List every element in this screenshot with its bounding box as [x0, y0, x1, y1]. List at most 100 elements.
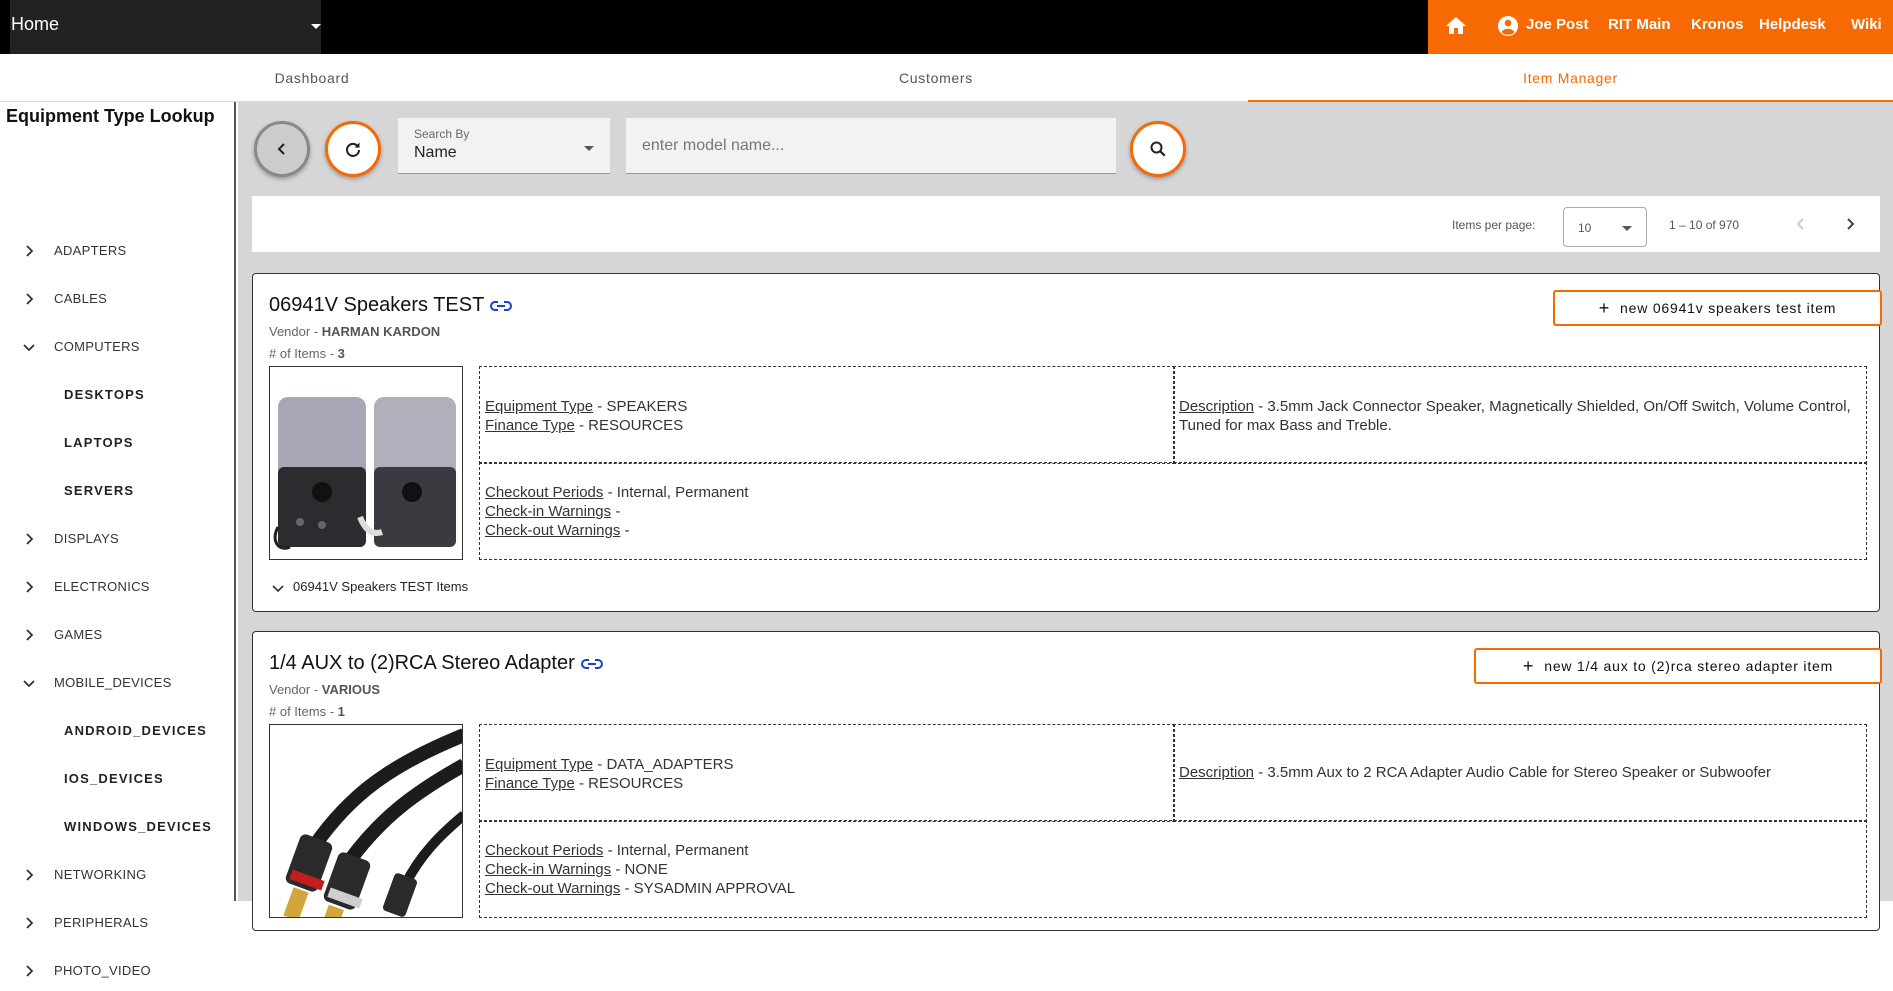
- equipment-type-value: - DATA_ADAPTERS: [593, 756, 734, 773]
- chevron-down-icon: [584, 146, 594, 151]
- sidebar-item-label: PHOTO_VIDEO: [54, 963, 151, 978]
- model-card: 06941V Speakers TEST Vendor - HARMAN KAR…: [252, 273, 1882, 612]
- sidebar-item-peripherals[interactable]: PERIPHERALS: [0, 903, 234, 943]
- items-expander[interactable]: 06941V Speakers TEST Items: [271, 579, 468, 595]
- account-circle-icon: [1498, 16, 1518, 36]
- checkout-warnings-value: -: [620, 522, 630, 539]
- model-title-text: 06941V Speakers TEST: [269, 294, 485, 316]
- sidebar-item-windows-devices[interactable]: WINDOWS_DEVICES: [0, 807, 234, 847]
- refresh-icon: [346, 142, 360, 157]
- search-by-value: Name: [414, 144, 457, 161]
- link-icon[interactable]: [580, 657, 603, 671]
- checkin-warnings-value: -: [611, 503, 621, 520]
- sidebar-item-electronics[interactable]: ELECTRONICS: [0, 567, 234, 607]
- items-per-page-value: 10: [1578, 221, 1592, 235]
- description-label: Description: [1179, 764, 1255, 781]
- sidebar-item-adapters[interactable]: ADAPTERS: [0, 231, 234, 271]
- description-cell: Description - 3.5mm Aux to 2 RCA Adapter…: [1173, 724, 1867, 822]
- sidebar-item-label: NETWORKING: [54, 867, 147, 882]
- sidebar-item-cables[interactable]: CABLES: [0, 279, 234, 319]
- equipment-type-label: Equipment Type: [485, 756, 594, 773]
- chevron-down-icon: [1622, 226, 1632, 231]
- sidebar-item-computers[interactable]: COMPUTERS: [0, 327, 234, 367]
- search-by-select[interactable]: Search By Name: [398, 118, 610, 174]
- nav-wiki[interactable]: Wiki: [1851, 16, 1882, 33]
- item-count-value: 1: [337, 704, 345, 719]
- sidebar-item-servers[interactable]: SERVERS: [0, 471, 234, 511]
- sidebar-item-label: LAPTOPS: [64, 435, 134, 450]
- finance-type-label: Finance Type: [485, 775, 575, 792]
- chevron-left-icon: [277, 143, 285, 155]
- items-per-page-select[interactable]: 10: [1563, 207, 1647, 247]
- finance-type-value: - RESOURCES: [574, 775, 684, 792]
- finance-type-value: - RESOURCES: [574, 417, 684, 434]
- model-title: 1/4 AUX to (2)RCA Stereo Adapter: [269, 652, 603, 675]
- description-value: - 3.5mm Aux to 2 RCA Adapter Audio Cable…: [1254, 764, 1771, 781]
- new-item-button[interactable]: + new 06941v speakers test item: [1553, 290, 1882, 326]
- item-count-value: 3: [337, 346, 345, 361]
- model-title: 06941V Speakers TEST: [269, 294, 513, 317]
- sidebar-item-displays[interactable]: DISPLAYS: [0, 519, 234, 559]
- tab-item-manager[interactable]: Item Manager: [1248, 54, 1893, 102]
- link-icon[interactable]: [490, 299, 513, 313]
- item-count-label: # of Items -: [269, 346, 338, 361]
- nav-rit-main[interactable]: RIT Main: [1608, 16, 1671, 33]
- back-button[interactable]: [254, 121, 310, 177]
- home-select[interactable]: Home: [10, 0, 321, 54]
- chevron-right-icon: [26, 629, 34, 641]
- search-by-label: Search By: [414, 127, 470, 141]
- sidebar-item-desktops[interactable]: DESKTOPS: [0, 375, 234, 415]
- sidebar-item-label: DESKTOPS: [64, 387, 145, 402]
- sidebar-item-photo-video[interactable]: PHOTO_VIDEO: [0, 951, 234, 991]
- item-count-line: # of Items - 3: [269, 346, 345, 361]
- model-search-input[interactable]: [626, 118, 1116, 174]
- sidebar-item-label: PERIPHERALS: [54, 915, 149, 930]
- refresh-button[interactable]: [325, 121, 381, 177]
- chevron-right-icon: [26, 965, 34, 977]
- vendor-value: HARMAN KARDON: [321, 324, 441, 339]
- vendor-line: Vendor - HARMAN KARDON: [269, 324, 440, 339]
- tab-dashboard[interactable]: Dashboard: [0, 54, 624, 102]
- previous-page-icon[interactable]: [1791, 214, 1811, 234]
- sidebar-item-label: ANDROID_DEVICES: [64, 723, 207, 738]
- type-info-cell: Equipment Type - SPEAKERS Finance Type -…: [479, 366, 1175, 464]
- sidebar-item-mobile-devices[interactable]: MOBILE_DEVICES: [0, 663, 234, 703]
- tab-bar: Dashboard Customers Item Manager: [0, 54, 1893, 102]
- home-icon[interactable]: [1444, 14, 1468, 38]
- sidebar-item-android-devices[interactable]: ANDROID_DEVICES: [0, 711, 234, 751]
- equipment-type-value: - SPEAKERS: [593, 398, 688, 415]
- checkout-periods-value: - Internal, Permanent: [603, 842, 749, 859]
- chevron-right-icon: [26, 869, 34, 881]
- sidebar: Equipment Type Lookup ADAPTERS CABLES CO…: [0, 102, 236, 978]
- chevron-right-icon: [26, 245, 34, 257]
- sidebar-item-networking[interactable]: NETWORKING: [0, 855, 234, 895]
- item-manager-panel: Search By Name Items per page: 10 1 – 10…: [238, 102, 1893, 931]
- new-item-label: new 06941v speakers test item: [1620, 299, 1837, 316]
- next-page-icon[interactable]: [1840, 214, 1860, 234]
- items-expander-label: 06941V Speakers TEST Items: [293, 579, 469, 594]
- plus-icon: +: [1598, 297, 1611, 318]
- vendor-value: VARIOUS: [321, 682, 381, 697]
- new-item-label: new 1/4 aux to (2)rca stereo adapter ite…: [1544, 657, 1834, 674]
- top-nav: Joe Post RIT Main Kronos Helpdesk Wiki: [1428, 0, 1893, 54]
- rca-cable-image: [269, 724, 463, 918]
- description-label: Description: [1179, 398, 1255, 415]
- sidebar-item-games[interactable]: GAMES: [0, 615, 234, 655]
- equipment-type-label: Equipment Type: [485, 398, 594, 415]
- nav-kronos[interactable]: Kronos: [1691, 16, 1744, 33]
- sidebar-item-laptops[interactable]: LAPTOPS: [0, 423, 234, 463]
- checkin-warnings-value: - NONE: [611, 861, 668, 878]
- model-card: 1/4 AUX to (2)RCA Stereo Adapter Vendor …: [252, 631, 1882, 931]
- chevron-down-icon: [23, 344, 35, 352]
- search-button[interactable]: [1130, 121, 1186, 177]
- nav-user[interactable]: Joe Post: [1526, 16, 1589, 33]
- sidebar-item-label: IOS_DEVICES: [64, 771, 164, 786]
- sidebar-item-ios-devices[interactable]: IOS_DEVICES: [0, 759, 234, 799]
- sidebar-item-label: WINDOWS_DEVICES: [64, 819, 213, 834]
- tab-customers[interactable]: Customers: [624, 54, 1248, 102]
- new-item-button[interactable]: + new 1/4 aux to (2)rca stereo adapter it…: [1474, 648, 1882, 684]
- chevron-down-icon: [23, 680, 35, 688]
- chevron-right-icon: [26, 581, 34, 593]
- sidebar-item-label: ELECTRONICS: [54, 579, 150, 594]
- nav-helpdesk[interactable]: Helpdesk: [1759, 16, 1826, 33]
